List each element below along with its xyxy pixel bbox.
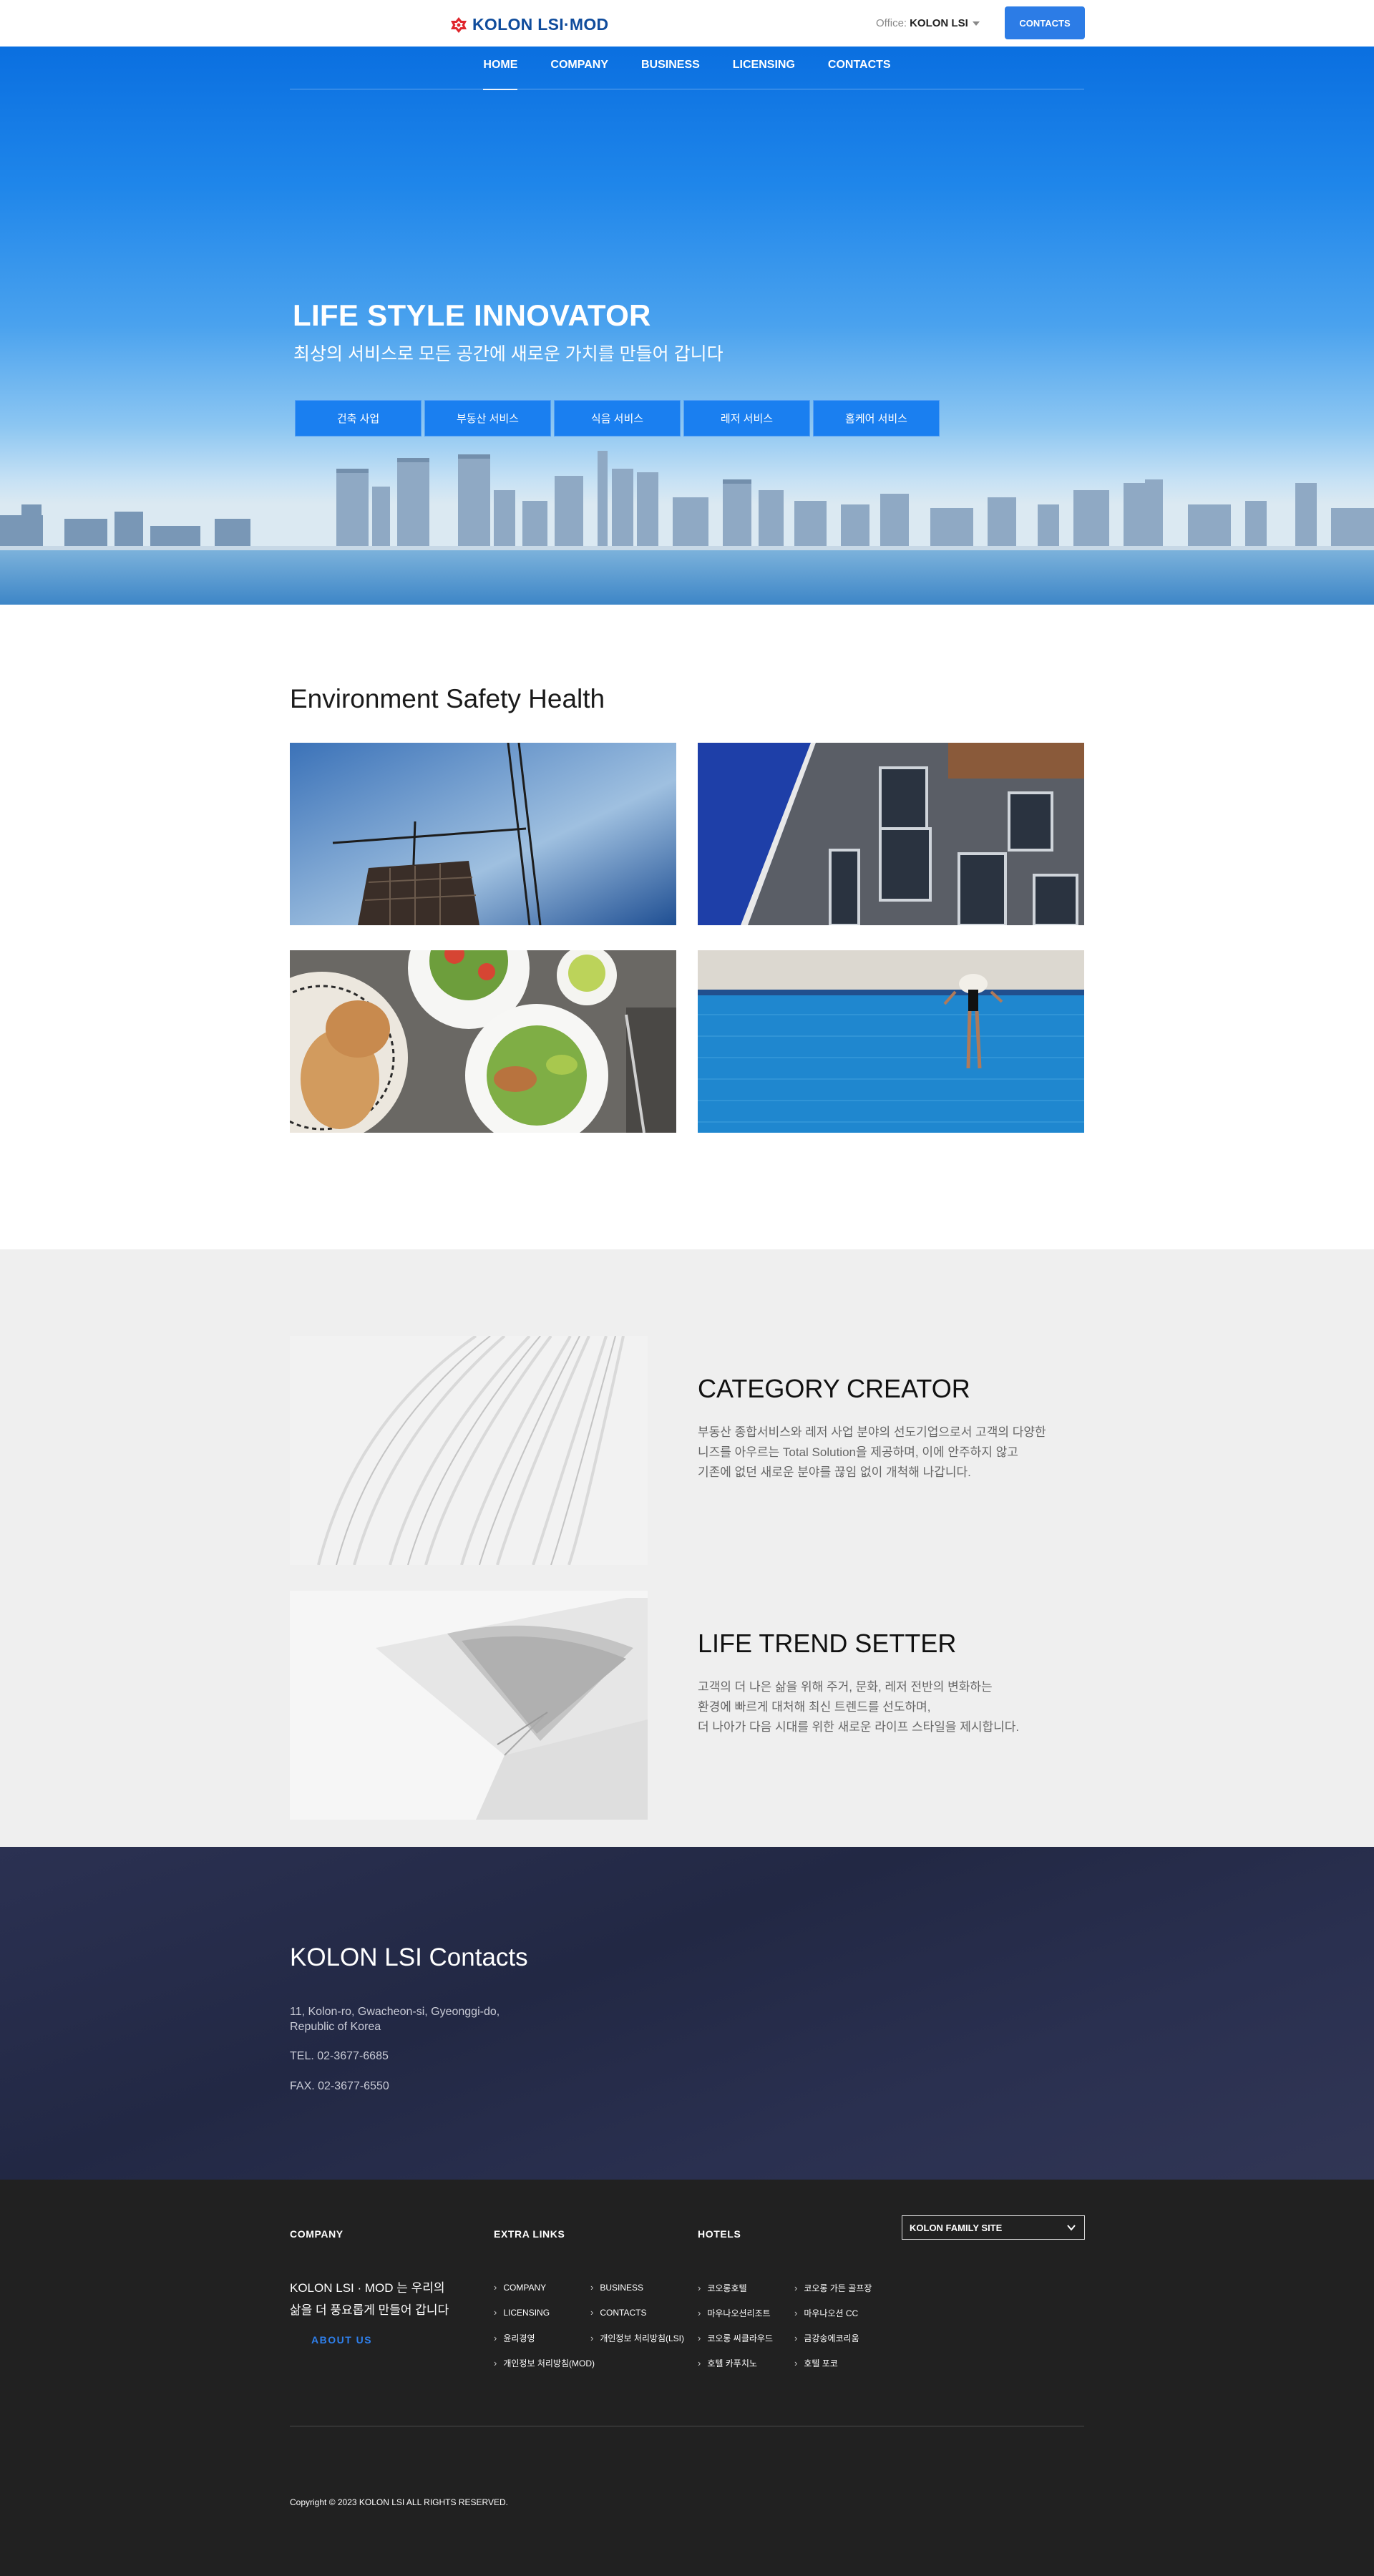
footer-link-privacy-mod[interactable]: 개인정보 처리방침(MOD) bbox=[494, 2357, 595, 2369]
feature-desc-line: 고객의 더 나은 삶을 위해 주거, 문화, 레저 전반의 변화하는 bbox=[698, 1680, 993, 1694]
nav-contacts[interactable]: CONTACTS bbox=[828, 47, 891, 89]
hero-section: HOME COMPANY BUSINESS LICENSING CONTACTS… bbox=[0, 47, 1374, 605]
office-label: Office: bbox=[876, 17, 907, 29]
chevron-down-icon bbox=[1067, 2225, 1076, 2231]
contact-tel: TEL. 02-3677-6685 bbox=[290, 2050, 389, 2062]
footer-hotel-link[interactable]: 마우나오션리조트 bbox=[698, 2307, 770, 2319]
footer-company-line: KOLON LSI · MOD 는 우리의 bbox=[290, 2281, 445, 2295]
feature-desc-line: 니즈를 아우르는 Total Solution을 제공하며, 이에 안주하지 않… bbox=[698, 1445, 1018, 1459]
construction-crane-image bbox=[290, 743, 676, 925]
logo-text: KOLON LSI·MOD bbox=[472, 15, 609, 34]
footer-company-heading: COMPANY bbox=[290, 2228, 344, 2240]
top-header: KOLON LSI·MOD Office: KOLON LSI CONTACTS bbox=[0, 0, 1374, 47]
construction-button[interactable]: 건축 사업 bbox=[295, 400, 422, 436]
family-site-select[interactable]: KOLON FAMILY SITE bbox=[902, 2215, 1085, 2240]
feature-desc-line: 더 나아가 다음 시대를 위한 새로운 라이프 스타일을 제시합니다. bbox=[698, 1720, 1020, 1734]
footer-hotels-heading: HOTELS bbox=[698, 2228, 741, 2240]
hero-button-group: 건축 사업 부동산 서비스 식음 서비스 레저 서비스 홈케어 서비스 bbox=[295, 400, 940, 436]
features-section: CATEGORY CREATOR 부동산 종합서비스와 레저 사업 분야의 선도… bbox=[0, 1249, 1374, 1847]
footer-link-business[interactable]: BUSINESS bbox=[590, 2282, 643, 2293]
contacts-button[interactable]: CONTACTS bbox=[1005, 6, 1085, 39]
footer-link-licensing[interactable]: LICENSING bbox=[494, 2307, 550, 2318]
food-service-button[interactable]: 식음 서비스 bbox=[554, 400, 681, 436]
copyright-text: Copyright © 2023 KOLON LSI ALL RIGHTS RE… bbox=[290, 2497, 508, 2507]
footer-link-ethics[interactable]: 윤리경영 bbox=[494, 2332, 535, 2344]
footer-hotel-link[interactable]: 코오롱호텔 bbox=[698, 2282, 746, 2294]
caret-down-icon bbox=[972, 21, 980, 26]
contact-address: 11, Kolon-ro, Gwacheon-si, Gyeonggi-do, … bbox=[290, 2004, 500, 2034]
family-site-label: KOLON FAMILY SITE bbox=[910, 2222, 1003, 2233]
feature-title-category-creator: CATEGORY CREATOR bbox=[698, 1374, 970, 1403]
footer: COMPANY KOLON LSI · MOD 는 우리의 삶을 더 풍요롭게 … bbox=[0, 2180, 1374, 2576]
kolon-logo-icon bbox=[451, 16, 467, 33]
footer-hotel-link[interactable]: 금강송에코리움 bbox=[794, 2332, 859, 2344]
footer-link-contacts[interactable]: CONTACTS bbox=[590, 2307, 646, 2318]
footer-hotel-link[interactable]: 코오롱 씨클라우드 bbox=[698, 2332, 773, 2344]
office-value: KOLON LSI bbox=[910, 17, 968, 29]
nav-company[interactable]: COMPANY bbox=[550, 47, 608, 89]
footer-company-text: KOLON LSI · MOD 는 우리의 삶을 더 풍요롭게 만들어 갑니다 bbox=[290, 2277, 449, 2321]
address-line: Republic of Korea bbox=[290, 2021, 381, 2033]
real-estate-button[interactable]: 부동산 서비스 bbox=[424, 400, 551, 436]
feature-desc-life-trend-setter: 고객의 더 나은 삶을 위해 주거, 문화, 레저 전반의 변화하는 환경에 빠… bbox=[698, 1677, 1098, 1737]
feature-desc-category-creator: 부동산 종합서비스와 레저 사업 분야의 선도기업으로서 고객의 다양한 니즈를… bbox=[698, 1423, 1098, 1483]
footer-hotel-link[interactable]: 호텔 카푸치노 bbox=[698, 2357, 757, 2369]
contacts-title: KOLON LSI Contacts bbox=[290, 1943, 528, 1971]
main-nav: HOME COMPANY BUSINESS LICENSING CONTACTS bbox=[290, 47, 1084, 90]
swimming-pool-image bbox=[698, 950, 1084, 1133]
footer-company-line: 삶을 더 풍요롭게 만들어 갑니다 bbox=[290, 2303, 449, 2317]
page: KOLON LSI·MOD Office:KOLON LSI CONTACTS bbox=[0, 0, 1374, 2576]
city-skyline-image bbox=[0, 451, 1374, 605]
leisure-service-button[interactable]: 레저 서비스 bbox=[683, 400, 810, 436]
feature-desc-line: 부동산 종합서비스와 레저 사업 분야의 선도기업으로서 고객의 다양한 bbox=[698, 1425, 1046, 1439]
footer-hotel-link[interactable]: 코오롱 가든 골프장 bbox=[794, 2282, 872, 2294]
feature-title-life-trend-setter: LIFE TREND SETTER bbox=[698, 1629, 957, 1658]
building-facade-image bbox=[698, 743, 1084, 925]
contact-fax: FAX. 02-3677-6550 bbox=[290, 2080, 389, 2092]
footer-link-privacy-lsi[interactable]: 개인정보 처리방침(LSI) bbox=[590, 2332, 684, 2344]
nav-home[interactable]: HOME bbox=[483, 47, 518, 90]
hero-title: LIFE STYLE INNOVATOR bbox=[293, 298, 651, 332]
esh-title: Environment Safety Health bbox=[290, 684, 605, 713]
contacts-section: KOLON LSI Contacts 11, Kolon-ro, Gwacheo… bbox=[0, 1847, 1374, 2180]
about-us-link[interactable]: ABOUT US bbox=[311, 2334, 372, 2346]
hero-subtitle: 최상의 서비스로 모든 공간에 새로운 가치를 만들어 갑니다 bbox=[293, 344, 723, 364]
footer-hotel-link[interactable]: 마우나오션 CC bbox=[794, 2307, 858, 2319]
footer-link-company[interactable]: COMPANY bbox=[494, 2282, 546, 2293]
address-line: 11, Kolon-ro, Gwacheon-si, Gyeonggi-do, bbox=[290, 2006, 500, 2018]
logo[interactable]: KOLON LSI·MOD bbox=[449, 15, 608, 34]
white-arches-image bbox=[290, 1336, 648, 1565]
food-salad-image bbox=[290, 950, 676, 1133]
feature-desc-line: 환경에 빠르게 대처해 최신 트렌드를 선도하며, bbox=[698, 1700, 931, 1714]
homecare-service-button[interactable]: 홈케어 서비스 bbox=[813, 400, 940, 436]
office-selector[interactable]: Office: KOLON LSI bbox=[876, 17, 980, 29]
footer-hotel-link[interactable]: 호텔 포코 bbox=[794, 2357, 838, 2369]
nav-licensing[interactable]: LICENSING bbox=[733, 47, 795, 89]
nav-business[interactable]: BUSINESS bbox=[641, 47, 700, 89]
feature-desc-line: 기존에 없던 새로운 분야를 끊임 없이 개척해 나갑니다. bbox=[698, 1465, 971, 1479]
footer-extra-links-heading: EXTRA LINKS bbox=[494, 2228, 565, 2240]
open-book-image bbox=[290, 1591, 648, 1820]
